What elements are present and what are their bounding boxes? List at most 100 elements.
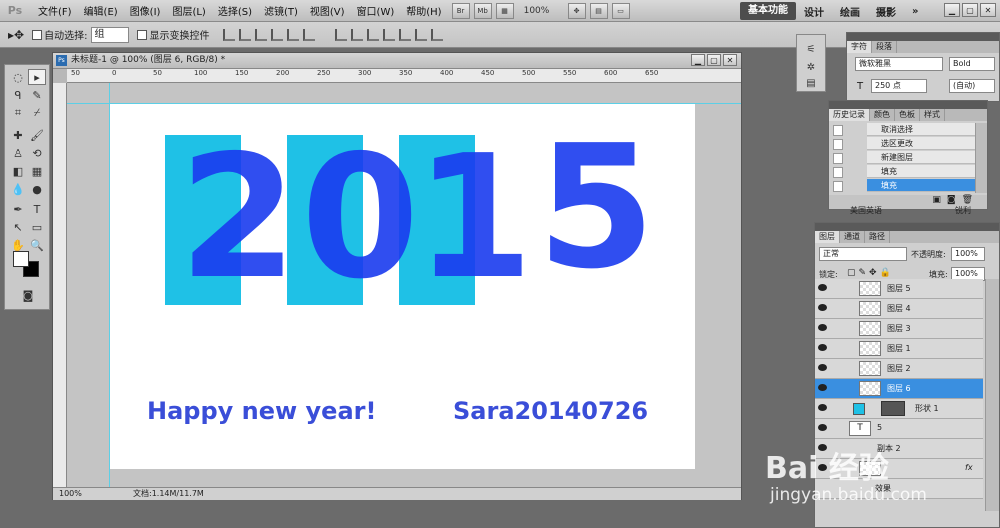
antialias-select[interactable]: 锐利 <box>955 205 971 216</box>
new-document-from-state-icon[interactable]: ▣ <box>932 195 941 209</box>
workspace-design[interactable]: 设计 <box>796 4 832 19</box>
history-item[interactable]: 填充 <box>867 165 975 178</box>
menu-view[interactable]: 视图(V) <box>304 3 351 18</box>
arrange-documents-button[interactable]: ▤ <box>589 2 608 19</box>
minibridge-button[interactable]: Mb <box>473 2 492 19</box>
dodge-tool-icon[interactable]: ● <box>28 181 46 197</box>
bridge-button[interactable]: Br <box>451 2 470 19</box>
history-brush-icon[interactable]: ⟲ <box>28 145 46 161</box>
layer-row-selected[interactable]: 图层 6 <box>815 379 983 399</box>
history-item[interactable]: 新建图层 <box>867 151 975 164</box>
workspace-more[interactable]: » <box>904 6 926 17</box>
horizontal-ruler[interactable]: 50 0 50 100 150 200 250 300 350 400 450 … <box>67 69 741 83</box>
menu-layer[interactable]: 图层(L) <box>166 3 211 18</box>
opacity-input[interactable]: 100% <box>951 247 985 261</box>
layers-scrollbar[interactable] <box>985 279 999 511</box>
hand-zoom-icon[interactable]: ✥ <box>567 2 586 19</box>
history-item-selected[interactable]: 填充 <box>867 179 975 192</box>
menu-select[interactable]: 选择(S) <box>212 3 258 18</box>
panel-header[interactable] <box>847 33 999 41</box>
align-bottom-icon[interactable] <box>255 28 268 41</box>
align-left-icon[interactable] <box>271 28 284 41</box>
clone-stamp-icon[interactable]: ♙ <box>9 145 27 161</box>
workspace-painting[interactable]: 绘画 <box>832 4 868 19</box>
maximize-icon[interactable]: ▢ <box>962 3 978 17</box>
history-item[interactable]: 选区更改 <box>867 137 975 150</box>
workspace-photography[interactable]: 摄影 <box>868 4 904 19</box>
align-hcenter-icon[interactable] <box>287 28 300 41</box>
path-select-icon[interactable]: ↖ <box>9 219 27 235</box>
menu-file[interactable]: 文件(F) <box>32 3 78 18</box>
auto-select-target-select[interactable]: 组 <box>91 26 130 43</box>
visibility-eye-icon[interactable] <box>818 424 827 431</box>
align-vcenter-icon[interactable] <box>239 28 252 41</box>
vertical-ruler[interactable] <box>53 83 67 487</box>
distribute-top-icon[interactable] <box>335 28 348 41</box>
brush-preset-icon[interactable]: ⚟ <box>804 43 818 55</box>
menu-filter[interactable]: 滤镜(T) <box>258 3 304 18</box>
history-scrollbar[interactable] <box>975 123 987 193</box>
visibility-eye-icon[interactable] <box>818 324 827 331</box>
language-select[interactable]: 美国英语 <box>850 205 882 216</box>
distribute-bottom-icon[interactable] <box>367 28 380 41</box>
distribute-left-icon[interactable] <box>383 28 396 41</box>
fx-icon[interactable]: fx <box>965 463 973 472</box>
visibility-eye-icon[interactable] <box>818 344 827 351</box>
auto-select-checkbox[interactable] <box>32 29 43 40</box>
history-snapshot-checkbox[interactable] <box>833 139 843 150</box>
tab-history[interactable]: 历史记录 <box>829 109 870 121</box>
move-tool-preset-icon[interactable]: ▸✥ <box>8 28 24 42</box>
history-snapshot-checkbox[interactable] <box>833 153 843 164</box>
visibility-eye-icon[interactable] <box>818 364 827 371</box>
close-icon[interactable]: ✕ <box>980 3 996 17</box>
tab-styles[interactable]: 样式 <box>920 109 945 121</box>
doc-close-icon[interactable]: ✕ <box>723 54 737 66</box>
tab-channels[interactable]: 通道 <box>840 231 865 243</box>
layer-row[interactable]: 形状 1 <box>815 399 983 419</box>
blend-mode-select[interactable]: 正常 <box>819 247 907 261</box>
menu-help[interactable]: 帮助(H) <box>400 3 447 18</box>
menu-image[interactable]: 图像(I) <box>124 3 167 18</box>
layer-row[interactable]: 图层 4 <box>815 299 983 319</box>
doc-minimize-icon[interactable]: ▁ <box>691 54 705 66</box>
menu-window[interactable]: 窗口(W) <box>351 3 401 18</box>
tab-paragraph[interactable]: 段落 <box>872 41 897 53</box>
menu-edit[interactable]: 编辑(E) <box>78 3 124 18</box>
layer-row[interactable]: 图层 1 <box>815 339 983 359</box>
minimize-icon[interactable]: ▁ <box>944 3 960 17</box>
font-size-input[interactable]: 250 点 <box>871 79 927 93</box>
crop-tool-icon[interactable]: ⌗ <box>9 105 27 121</box>
brush-tool-icon[interactable]: 🖌 <box>28 127 46 143</box>
leading-input[interactable]: (自动) <box>949 79 995 93</box>
visibility-eye-icon[interactable] <box>818 404 827 411</box>
eyedropper-tool-icon[interactable]: ⌿ <box>28 105 46 121</box>
workspace-essentials[interactable]: 基本功能 <box>740 2 796 20</box>
move-tool-icon[interactable]: ▸ <box>28 69 46 85</box>
lasso-tool-icon[interactable]: ᑫ <box>9 87 27 103</box>
pen-tool-icon[interactable]: ✒ <box>9 201 27 217</box>
tab-paths[interactable]: 路径 <box>865 231 890 243</box>
quick-select-tool-icon[interactable]: ✎ <box>28 87 46 103</box>
font-family-select[interactable]: 微软雅黑 <box>855 57 943 71</box>
tab-layers[interactable]: 图层 <box>815 231 840 243</box>
history-snapshot-checkbox[interactable] <box>833 167 843 178</box>
show-transform-checkbox[interactable] <box>137 29 148 40</box>
visibility-eye-icon[interactable] <box>818 284 827 291</box>
marquee-tool-icon[interactable]: ◌ <box>9 69 27 85</box>
tab-character[interactable]: 字符 <box>847 41 872 53</box>
history-item[interactable]: 取消选择 <box>867 123 975 136</box>
distribute-vcenter-icon[interactable] <box>351 28 364 41</box>
layer-row[interactable]: 图层 3 <box>815 319 983 339</box>
distribute-right-icon[interactable] <box>415 28 428 41</box>
tab-swatches[interactable]: 色板 <box>895 109 920 121</box>
tab-color[interactable]: 颜色 <box>870 109 895 121</box>
canvas-area[interactable]: 2 0 1 5 Happy new year! Sara20140726 <box>67 83 741 487</box>
panel-header[interactable] <box>815 223 999 231</box>
history-snapshot-checkbox[interactable] <box>833 181 843 192</box>
visibility-eye-icon[interactable] <box>818 384 827 391</box>
type-tool-icon[interactable]: T <box>28 201 46 217</box>
lock-icons[interactable]: ▢✎✥🔒 <box>847 268 894 278</box>
canvas[interactable]: 2 0 1 5 Happy new year! Sara20140726 <box>109 103 695 469</box>
zoom-tool-icon[interactable]: 🔍 <box>28 237 46 253</box>
foreground-color-swatch[interactable] <box>13 251 29 267</box>
